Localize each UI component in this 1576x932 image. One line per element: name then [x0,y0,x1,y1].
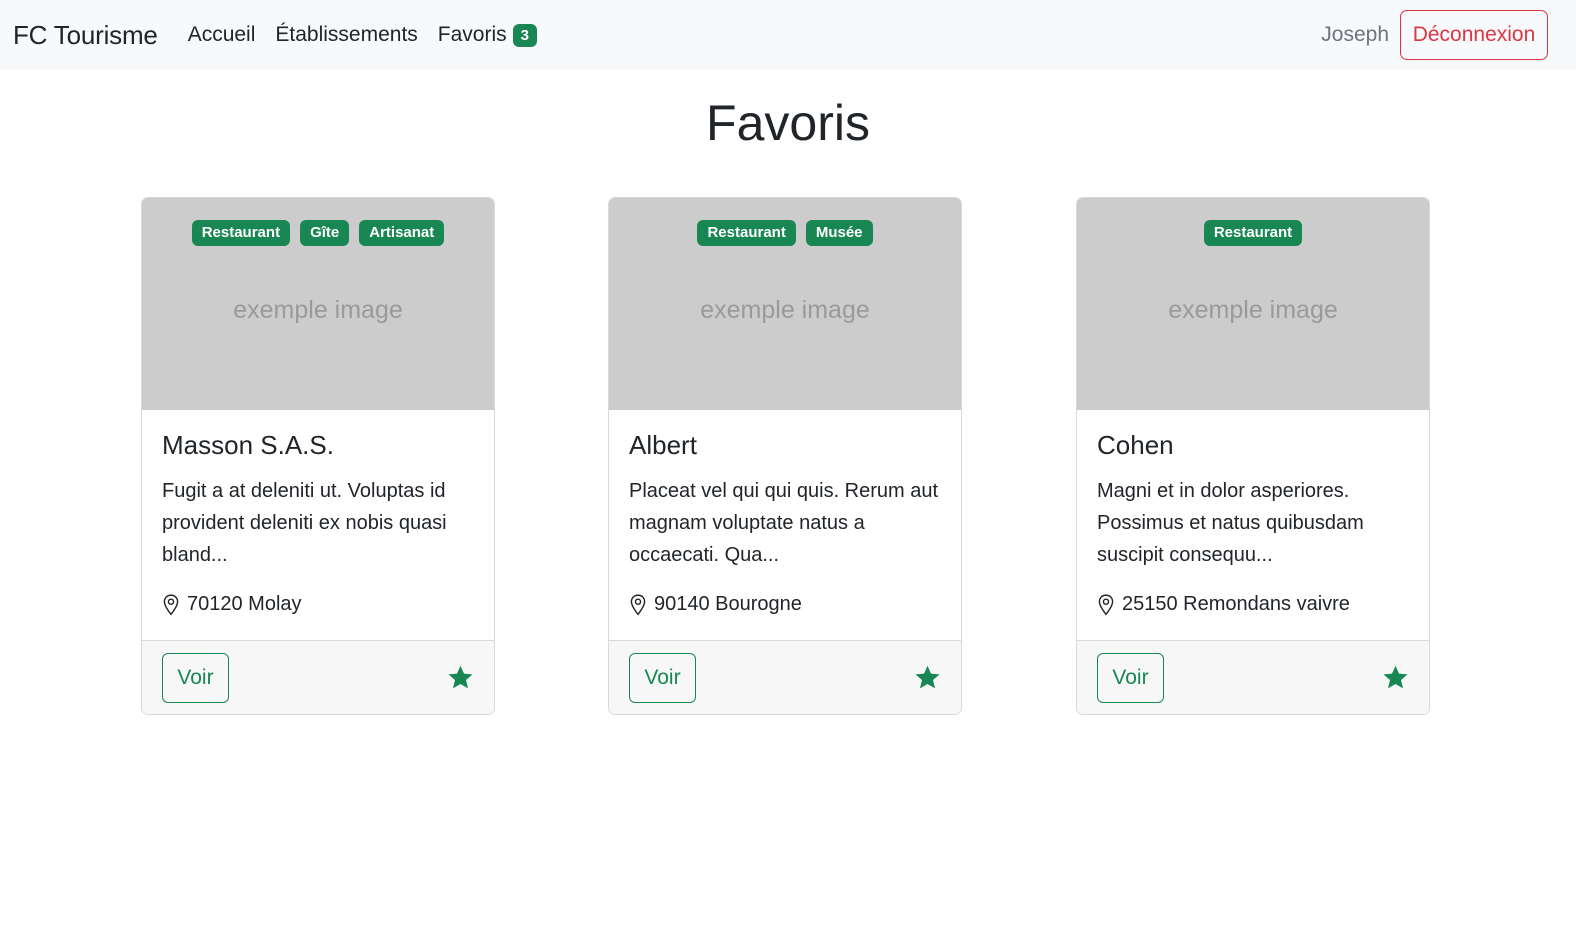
location-text: 90140 Bourogne [654,593,802,615]
card-footer: Voir [142,640,494,714]
card-footer: Voir [609,640,961,714]
geo-pin-icon [1098,593,1114,615]
category-tag: Restaurant [191,220,291,246]
navbar: FC Tourisme Accueil Établissements Favor… [0,0,1576,70]
favorites-count-badge: 3 [512,23,537,47]
card-image-placeholder: Restaurant Musée exemple image [609,198,961,410]
nav-user-area: Joseph Déconnexion [1321,10,1563,60]
view-button[interactable]: Voir [629,652,696,703]
establishment-card: Restaurant Gîte Artisanat exemple image … [141,197,495,715]
category-tag: Gîte [300,220,350,246]
card-body: Masson S.A.S. Fugit a at deleniti ut. Vo… [162,430,476,616]
logout-button[interactable]: Déconnexion [1400,10,1548,60]
username: Joseph [1321,23,1389,46]
star-filled-icon[interactable] [1382,664,1409,691]
card-description: Fugit a at deleniti ut. Voluptas id prov… [162,480,447,566]
nav-links: Accueil Établissements Favoris 3 [188,23,557,47]
card-footer: Voir [1077,640,1429,714]
category-tag: Restaurant [1203,220,1303,246]
nav-link-accueil[interactable]: Accueil [188,23,256,47]
card-title: Albert [629,430,697,460]
category-tags: Restaurant Musée [609,220,961,246]
location-text: 70120 Molay [187,593,302,615]
image-placeholder-label: exemple image [1168,296,1338,324]
card-title: Masson S.A.S. [162,430,334,460]
card-location: 70120 Molay [162,593,476,616]
card-location: 90140 Bourogne [629,593,943,616]
card-body: Cohen Magni et in dolor asperiores. Poss… [1097,430,1411,616]
category-tags: Restaurant [1077,220,1429,246]
category-tag: Artisanat [359,220,445,246]
card-title: Cohen [1097,430,1174,460]
category-tag: Musée [805,220,873,246]
card-description: Magni et in dolor asperiores. Possimus e… [1097,480,1364,566]
nav-link-favoris-label: Favoris [437,23,507,46]
geo-pin-icon [630,593,646,615]
card-image-placeholder: Restaurant exemple image [1077,198,1429,410]
nav-link-favoris[interactable]: Favoris 3 [438,23,537,47]
card-body: Albert Placeat vel qui qui quis. Rerum a… [629,430,943,616]
star-filled-icon[interactable] [447,664,474,691]
view-button[interactable]: Voir [162,652,229,703]
geo-pin-icon [163,593,179,615]
establishment-card: Restaurant exemple image Cohen Magni et … [1076,197,1430,715]
establishment-card: Restaurant Musée exemple image Albert Pl… [608,197,962,715]
image-placeholder-label: exemple image [233,296,403,324]
card-location: 25150 Remondans vaivre [1097,593,1411,616]
view-button[interactable]: Voir [1097,652,1164,703]
image-placeholder-label: exemple image [700,296,870,324]
nav-link-etablissements[interactable]: Établissements [275,23,417,47]
location-text: 25150 Remondans vaivre [1122,593,1350,615]
brand-logo[interactable]: FC Tourisme [13,20,158,51]
card-image-placeholder: Restaurant Gîte Artisanat exemple image [142,198,494,410]
star-filled-icon[interactable] [914,664,941,691]
category-tag: Restaurant [697,220,796,246]
page-title: Favoris [706,95,870,151]
card-description: Placeat vel qui qui quis. Rerum aut magn… [629,480,939,566]
category-tags: Restaurant Gîte Artisanat [142,220,494,246]
